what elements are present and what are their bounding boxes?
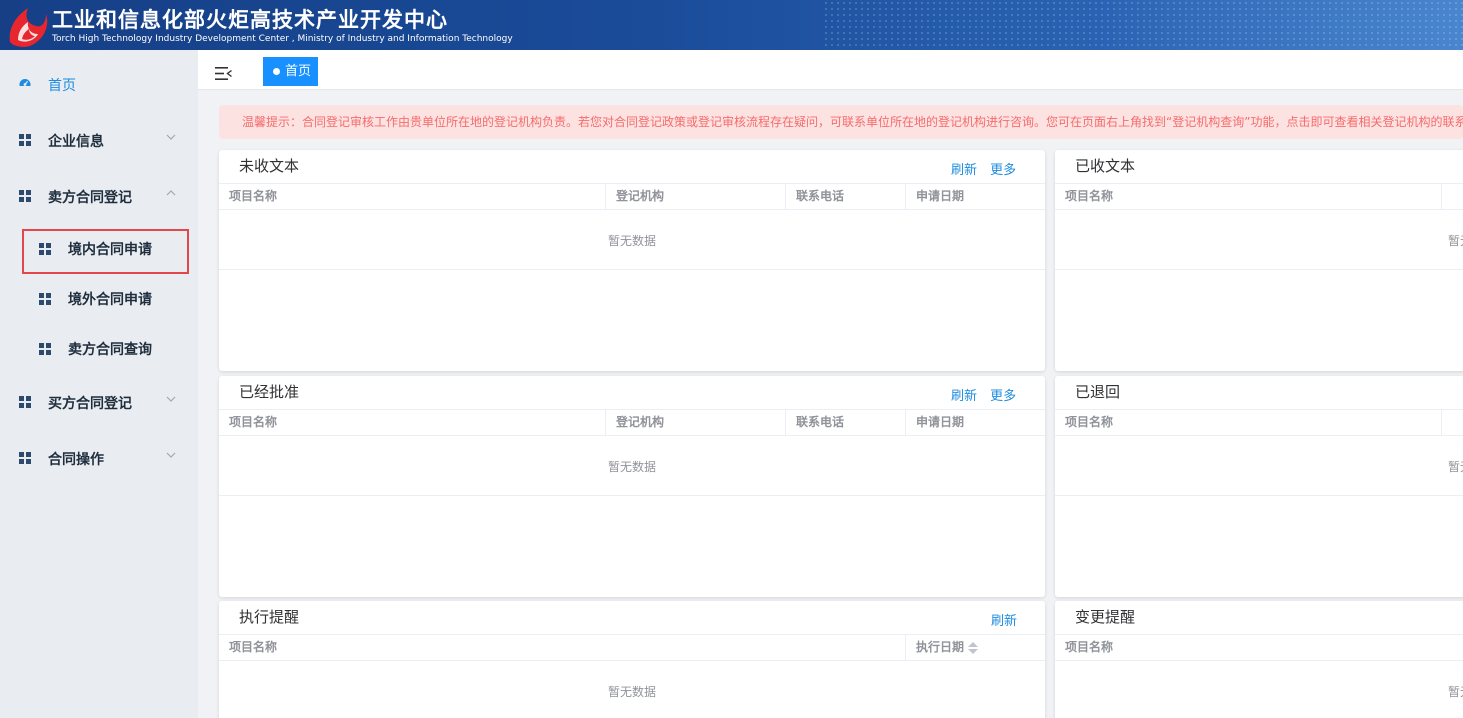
- sidebar-item-enterprise-info[interactable]: 企业信息: [0, 112, 198, 168]
- tab-bar: 首页: [198, 50, 1463, 90]
- chevron-down-icon: [166, 396, 176, 402]
- column-header: 申请日期: [905, 184, 1045, 210]
- panel-title: 已经批准: [239, 383, 300, 401]
- panel-title: 已退回: [1075, 383, 1121, 401]
- torch-logo-icon: [9, 8, 48, 47]
- grid-icon: [19, 396, 31, 408]
- grid-icon: [39, 293, 51, 305]
- panel-execution-reminder: 执行提醒 刷新 项目名称 执行日期 暂无数据: [219, 601, 1045, 718]
- empty-row: 暂无数据: [219, 210, 1045, 270]
- menu-collapse-icon[interactable]: [215, 67, 232, 80]
- sidebar: 首页 企业信息 卖方合同登记 境内合同申请 境外合同申请 卖方合同查询 买方合同…: [0, 50, 198, 718]
- panel-actions: 刷新: [991, 610, 1017, 629]
- sidebar-item-label: 买方合同登记: [48, 396, 132, 412]
- sidebar-item-label: 首页: [48, 78, 76, 94]
- empty-row: 暂无数据: [1055, 661, 1463, 718]
- column-header: 登记机构: [605, 184, 785, 210]
- grid-icon: [19, 190, 31, 202]
- column-header: 项目名称: [1065, 189, 1114, 203]
- panel-returned: 已退回 项目名称 暂无数据: [1055, 376, 1463, 597]
- empty-text: 暂无数据: [607, 234, 656, 248]
- sidebar-item-home[interactable]: 首页: [0, 56, 198, 112]
- grid-icon: [19, 452, 31, 464]
- panel-title: 未收文本: [239, 157, 300, 175]
- table-header: 项目名称 登记机构 联系电话 申请日期: [219, 183, 1045, 210]
- panel-actions: 刷新 更多: [951, 385, 1016, 404]
- column-header: [1441, 184, 1463, 210]
- panel-title: 变更提醒: [1075, 608, 1136, 626]
- sort-caret-icon[interactable]: [968, 641, 979, 654]
- refresh-button[interactable]: 刷新: [991, 614, 1017, 629]
- chevron-down-icon: [166, 452, 176, 458]
- more-button[interactable]: 更多: [990, 389, 1016, 404]
- empty-text: 暂无数据: [1448, 685, 1463, 699]
- empty-text: 暂无数据: [1448, 460, 1463, 474]
- grid-icon: [39, 343, 51, 355]
- sidebar-item-contract-operations[interactable]: 合同操作: [0, 430, 198, 486]
- column-header: 项目名称: [229, 415, 278, 429]
- column-header: 联系电话: [785, 410, 905, 436]
- panel-title: 执行提醒: [239, 608, 300, 626]
- table-header: 项目名称: [1055, 183, 1463, 210]
- header-background-pattern: [823, 0, 1463, 50]
- column-header: [1441, 410, 1463, 436]
- sidebar-item-buyer-contract-registration[interactable]: 买方合同登记: [0, 374, 198, 430]
- sidebar-subitem-domestic-contract-application[interactable]: 境内合同申请: [0, 224, 198, 274]
- panel-unreceived: 未收文本 刷新 更多 项目名称 登记机构 联系电话 申请日期 暂无数据: [219, 150, 1045, 371]
- app-header: 工业和信息化部火炬高技术产业开发中心 Torch High Technology…: [0, 0, 1463, 50]
- sidebar-item-label: 企业信息: [48, 134, 104, 150]
- sidebar-item-seller-contract-registration[interactable]: 卖方合同登记: [0, 168, 198, 224]
- column-header: 项目名称: [1065, 640, 1114, 654]
- empty-row: 暂无数据: [219, 661, 1045, 718]
- empty-row: 暂无数据: [1055, 210, 1463, 270]
- notice-banner: 温馨提示：合同登记审核工作由贵单位所在地的登记机构负责。若您对合同登记政策或登记…: [219, 105, 1463, 139]
- empty-text: 暂无数据: [1448, 234, 1463, 248]
- column-header: 登记机构: [605, 410, 785, 436]
- column-header-sortable[interactable]: 执行日期: [905, 635, 1045, 661]
- panel-received: 已收文本 项目名称 暂无数据: [1055, 150, 1463, 371]
- panel-actions: 刷新 更多: [951, 159, 1016, 178]
- table-header: 项目名称 执行日期: [219, 634, 1045, 661]
- more-button[interactable]: 更多: [990, 163, 1016, 178]
- panel-title: 已收文本: [1075, 157, 1136, 175]
- column-header: 申请日期: [905, 410, 1045, 436]
- tab-home[interactable]: 首页: [263, 57, 318, 86]
- site-title: 工业和信息化部火炬高技术产业开发中心: [52, 8, 448, 32]
- column-header: 项目名称: [229, 640, 278, 654]
- empty-text: 暂无数据: [607, 685, 656, 699]
- refresh-button[interactable]: 刷新: [951, 163, 977, 178]
- refresh-button[interactable]: 刷新: [951, 389, 977, 404]
- empty-row: 暂无数据: [219, 436, 1045, 496]
- grid-icon: [39, 243, 51, 255]
- sidebar-item-label: 卖方合同登记: [48, 190, 132, 206]
- column-header: 联系电话: [785, 184, 905, 210]
- table-header: 项目名称 登记机构 联系电话 申请日期: [219, 409, 1045, 436]
- grid-icon: [19, 134, 31, 146]
- sidebar-subitem-label: 境外合同申请: [68, 292, 152, 308]
- sidebar-subitem-foreign-contract-application[interactable]: 境外合同申请: [0, 274, 198, 324]
- panel-approved: 已经批准 刷新 更多 项目名称 登记机构 联系电话 申请日期 暂无数据: [219, 376, 1045, 597]
- column-header: 项目名称: [229, 189, 278, 203]
- sidebar-subitem-label: 卖方合同查询: [68, 342, 152, 358]
- column-header: 项目名称: [1065, 415, 1114, 429]
- tab-label: 首页: [285, 64, 312, 79]
- empty-row: 暂无数据: [1055, 436, 1463, 496]
- sidebar-subitem-seller-contract-query[interactable]: 卖方合同查询: [0, 324, 198, 374]
- panel-change-reminder: 变更提醒 项目名称 暂无数据: [1055, 601, 1463, 718]
- sidebar-item-label: 合同操作: [48, 452, 104, 468]
- table-header: 项目名称: [1055, 634, 1463, 661]
- empty-text: 暂无数据: [607, 460, 656, 474]
- chevron-up-icon: [166, 190, 176, 196]
- site-subtitle: Torch High Technology Industry Developme…: [52, 34, 513, 44]
- chevron-down-icon: [166, 134, 176, 140]
- table-header: 项目名称: [1055, 409, 1463, 436]
- column-header-label: 执行日期: [916, 640, 965, 654]
- active-dot-icon: [273, 68, 280, 75]
- sidebar-subitem-label: 境内合同申请: [68, 242, 152, 258]
- dashboard-icon: [19, 79, 31, 86]
